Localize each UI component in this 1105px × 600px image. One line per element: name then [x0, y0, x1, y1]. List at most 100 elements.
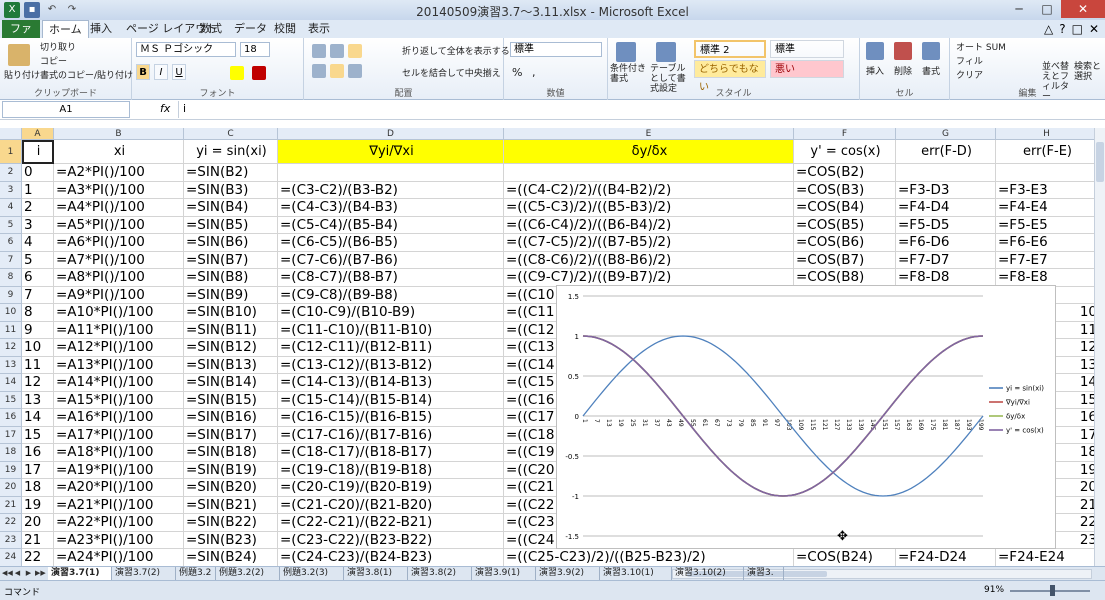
grid-cell[interactable]: =F24-D24: [896, 549, 996, 566]
grid-cell[interactable]: =(C15-C14)/(B15-B14): [278, 391, 504, 409]
grid-cell[interactable]: =A3*PI()/100: [54, 181, 184, 199]
percent-icon[interactable]: %: [512, 66, 522, 79]
grid-cell[interactable]: =SIN(B14): [184, 374, 278, 392]
grid-cell[interactable]: =A20*PI()/100: [54, 479, 184, 497]
grid-cell[interactable]: =SIN(B12): [184, 339, 278, 357]
select-all-corner[interactable]: [0, 128, 22, 140]
row-header[interactable]: 18: [0, 444, 22, 462]
header-cell[interactable]: δy/δx: [504, 140, 794, 164]
row-header[interactable]: 19: [0, 461, 22, 479]
grid-cell[interactable]: =(C9-C8)/(B9-B8): [278, 286, 504, 304]
grid-cell[interactable]: =SIN(B22): [184, 514, 278, 532]
next-sheet-icon[interactable]: ▶: [24, 568, 33, 579]
row-header[interactable]: 10: [0, 304, 22, 322]
grid-cell[interactable]: =(C16-C15)/(B16-B15): [278, 409, 504, 427]
window-restore-icon[interactable]: □: [1072, 22, 1083, 36]
grid-cell[interactable]: =COS(B4): [794, 199, 896, 217]
grid-cell[interactable]: =SIN(B19): [184, 461, 278, 479]
grid-cell[interactable]: =A6*PI()/100: [54, 234, 184, 252]
grid-cell[interactable]: =((C8-C6)/2)/((B8-B6)/2): [504, 251, 794, 269]
grid-cell[interactable]: [996, 164, 1094, 182]
insert-cells-icon[interactable]: [866, 42, 884, 60]
last-sheet-icon[interactable]: ▶▶: [35, 568, 46, 579]
grid-cell[interactable]: 13: [22, 391, 54, 409]
grid-cell[interactable]: =SIN(B15): [184, 391, 278, 409]
sheet-tab[interactable]: 例題3.2(2): [216, 567, 280, 580]
grid-cell[interactable]: 4: [22, 234, 54, 252]
delete-cells-icon[interactable]: [894, 42, 912, 60]
insert-function-icon[interactable]: fx: [160, 102, 170, 115]
grid-cell[interactable]: =(C7-C6)/(B7-B6): [278, 251, 504, 269]
grid-cell[interactable]: =F6-E6: [996, 234, 1094, 252]
tab-insert[interactable]: 挿入: [84, 20, 118, 38]
grid-cell[interactable]: =F3-D3: [896, 181, 996, 199]
format-as-table-icon[interactable]: [656, 42, 676, 62]
maximize-button[interactable]: □: [1033, 0, 1061, 18]
column-header-f[interactable]: F: [794, 128, 896, 140]
grid-cell[interactable]: 18: [22, 479, 54, 497]
row-header[interactable]: 12: [0, 339, 22, 357]
row-header[interactable]: 24: [0, 549, 22, 566]
row-header[interactable]: 23: [0, 531, 22, 549]
grid-cell[interactable]: =F8-D8: [896, 269, 996, 287]
sheet-tab[interactable]: 演習3.10(1): [600, 567, 672, 580]
row-header[interactable]: 20: [0, 479, 22, 497]
grid-cell[interactable]: =SIN(B9): [184, 286, 278, 304]
prev-sheet-icon[interactable]: ◀: [13, 568, 22, 579]
header-cell[interactable]: ∇yi/∇xi: [278, 140, 504, 164]
grid-cell[interactable]: =A9*PI()/100: [54, 286, 184, 304]
name-box[interactable]: A1: [2, 101, 130, 118]
column-header-g[interactable]: G: [896, 128, 996, 140]
grid-cell[interactable]: =A22*PI()/100: [54, 514, 184, 532]
grid-cell[interactable]: =A18*PI()/100: [54, 444, 184, 462]
grid-cell[interactable]: =A19*PI()/100: [54, 461, 184, 479]
font-color-icon[interactable]: [252, 66, 266, 80]
grid-cell[interactable]: =((C5-C3)/2)/((B5-B3)/2): [504, 199, 794, 217]
window-close-icon[interactable]: ✕: [1089, 22, 1099, 36]
grid-cell[interactable]: =SIN(B20): [184, 479, 278, 497]
vertical-scrollbar[interactable]: [1094, 128, 1105, 566]
grid-cell[interactable]: 5: [22, 251, 54, 269]
grid-cell[interactable]: =A2*PI()/100: [54, 164, 184, 182]
column-header-e[interactable]: E: [504, 128, 794, 140]
grid-cell[interactable]: =((C25-C23)/2)/((B25-B23)/2): [504, 549, 794, 566]
row-header[interactable]: 7: [0, 251, 22, 269]
sheet-tab[interactable]: 演習3.9(2): [536, 567, 600, 580]
grid-cell[interactable]: =SIN(B24): [184, 549, 278, 566]
underline-button[interactable]: U: [172, 64, 186, 80]
grid-cell[interactable]: =SIN(B21): [184, 496, 278, 514]
grid-cell[interactable]: 0: [22, 164, 54, 182]
grid-cell[interactable]: =A16*PI()/100: [54, 409, 184, 427]
grid-cell[interactable]: =A5*PI()/100: [54, 216, 184, 234]
tab-data[interactable]: データ: [228, 20, 273, 38]
grid-cell[interactable]: =(C24-C23)/(B24-B23): [278, 549, 504, 566]
close-button[interactable]: ✕: [1061, 0, 1105, 18]
grid-cell[interactable]: =(C12-C11)/(B12-B11): [278, 339, 504, 357]
grid-cell[interactable]: =(C3-C2)/(B3-B2): [278, 181, 504, 199]
header-cell[interactable]: i: [22, 140, 54, 164]
grid-cell[interactable]: =A24*PI()/100: [54, 549, 184, 566]
grid-cell[interactable]: =COS(B6): [794, 234, 896, 252]
sheet-tab[interactable]: 演習3.: [744, 567, 784, 580]
grid-cell[interactable]: =COS(B3): [794, 181, 896, 199]
grid-cell[interactable]: =(C23-C22)/(B23-B22): [278, 531, 504, 549]
column-header-h[interactable]: H: [996, 128, 1094, 140]
tab-file[interactable]: ファイル: [2, 20, 40, 53]
sheet-tab[interactable]: 演習3.7(2): [112, 567, 176, 580]
row-header[interactable]: 1: [0, 140, 22, 164]
sheet-tab[interactable]: 演習3.8(2): [408, 567, 472, 580]
sheet-tab[interactable]: 演習3.8(1): [344, 567, 408, 580]
row-header[interactable]: 13: [0, 356, 22, 374]
grid-cell[interactable]: =(C11-C10)/(B11-B10): [278, 321, 504, 339]
formula-input[interactable]: i: [178, 101, 1104, 118]
grid-cell[interactable]: =SIN(B5): [184, 216, 278, 234]
grid-cell[interactable]: 9: [22, 321, 54, 339]
font-size-combo[interactable]: 18: [240, 42, 270, 57]
grid-cell[interactable]: =F7-E7: [996, 252, 1094, 269]
grid-cell[interactable]: 10: [22, 339, 54, 357]
align-middle-icon[interactable]: [330, 44, 344, 58]
row-header[interactable]: 22: [0, 514, 22, 532]
row-header[interactable]: 21: [0, 496, 22, 514]
format-cells-button[interactable]: 書式: [922, 64, 940, 77]
grid-cell[interactable]: =(C14-C13)/(B14-B13): [278, 374, 504, 392]
